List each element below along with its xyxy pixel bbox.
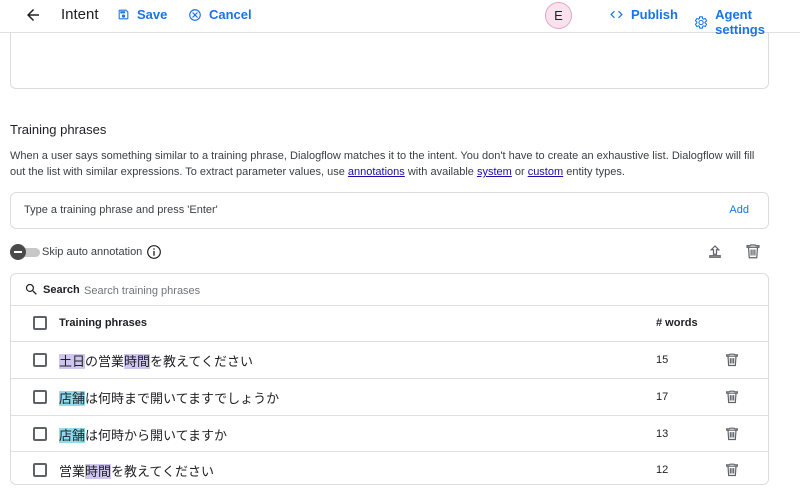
training-phrase-text[interactable]: 土日の営業時間を教えてください: [59, 351, 253, 370]
back-arrow-icon[interactable]: [24, 6, 42, 24]
previous-section-card: [10, 33, 769, 89]
entity-annotation: 土日: [59, 354, 86, 369]
publish-label: Publish: [631, 7, 678, 22]
entity-annotation: 店舗: [59, 391, 86, 406]
delete-row-icon[interactable]: [724, 388, 740, 405]
annotations-link[interactable]: annotations: [348, 166, 405, 178]
cancel-label: Cancel: [209, 7, 252, 22]
delete-row-icon[interactable]: [724, 425, 740, 442]
row-checkbox[interactable]: [33, 390, 47, 404]
search-row: Search: [11, 274, 768, 306]
word-count: 13: [656, 428, 669, 440]
top-bar: Intent Save Cancel E Publish Agent setti…: [0, 0, 800, 37]
word-count: 12: [656, 464, 669, 476]
word-count: 15: [656, 354, 669, 366]
skip-auto-annotation-label: Skip auto annotation: [42, 246, 143, 258]
phrase-segment: を教えてください: [111, 464, 214, 479]
delete-row-icon[interactable]: [724, 351, 740, 368]
save-label: Save: [137, 7, 168, 22]
add-button[interactable]: Add: [729, 204, 749, 216]
entity-annotation: 時間: [124, 354, 151, 369]
training-phrases-heading: Training phrases: [10, 122, 107, 137]
cancel-circle-icon: [189, 8, 201, 21]
cancel-button[interactable]: Cancel: [188, 7, 252, 22]
row-checkbox[interactable]: [33, 463, 47, 477]
training-phrase-text[interactable]: 店舗は何時から開いてますか: [59, 425, 227, 444]
word-count: 17: [656, 391, 669, 403]
search-icon: [25, 283, 37, 295]
table-row: 土日の営業時間を教えてください 15: [11, 342, 768, 379]
training-phrase-placeholder: Type a training phrase and press 'Enter': [24, 204, 218, 216]
info-icon[interactable]: [146, 244, 162, 260]
column-header-words: # words: [656, 317, 698, 329]
upload-icon[interactable]: [706, 243, 724, 261]
training-phrases-description: When a user says something similar to a …: [10, 150, 755, 178]
delete-all-icon[interactable]: [744, 242, 762, 260]
table-row: 営業時間を教えてください 12: [11, 452, 768, 484]
code-icon: [610, 10, 623, 19]
phrase-segment: は何時から開いてますか: [85, 428, 227, 443]
training-phrase-text[interactable]: 店舗は何時まで開いてますでしょうか: [59, 388, 279, 407]
phrase-segment: 営業: [59, 464, 86, 479]
system-link[interactable]: system: [477, 166, 512, 178]
row-checkbox[interactable]: [33, 353, 47, 367]
entity-annotation: 時間: [85, 464, 112, 479]
skip-auto-annotation-row: Skip auto annotation: [10, 243, 162, 261]
custom-link[interactable]: custom: [528, 166, 563, 178]
row-checkbox[interactable]: [33, 427, 47, 441]
training-phrase-text[interactable]: 営業時間を教えてください: [59, 461, 214, 480]
table-header-row: Training phrases # words: [11, 306, 768, 342]
page-title: Intent: [61, 6, 99, 23]
training-phrase-input[interactable]: Type a training phrase and press 'Enter'…: [10, 192, 769, 229]
gear-icon: [694, 15, 708, 29]
entity-annotation: 店舗: [59, 428, 86, 443]
search-label: Search: [43, 284, 80, 296]
save-button[interactable]: Save: [117, 7, 167, 22]
select-all-checkbox[interactable]: [33, 316, 47, 330]
phrase-segment: は何時まで開いてますでしょうか: [85, 391, 280, 406]
column-header-phrases: Training phrases: [59, 317, 148, 329]
table-row: 店舗は何時まで開いてますでしょうか 17: [11, 379, 768, 416]
delete-row-icon[interactable]: [724, 461, 740, 478]
skip-auto-annotation-toggle[interactable]: [10, 244, 40, 260]
avatar[interactable]: E: [545, 2, 572, 29]
search-input[interactable]: [84, 283, 384, 298]
phrase-segment: の営業: [85, 354, 125, 369]
phrase-segment: を教えてください: [150, 354, 254, 369]
save-icon: [118, 9, 129, 20]
table-row: 店舗は何時から開いてますか 13: [11, 416, 768, 452]
publish-button[interactable]: Publish: [609, 7, 678, 22]
training-phrases-table: Search Training phrases # words 土日の営業時間を…: [10, 273, 769, 485]
